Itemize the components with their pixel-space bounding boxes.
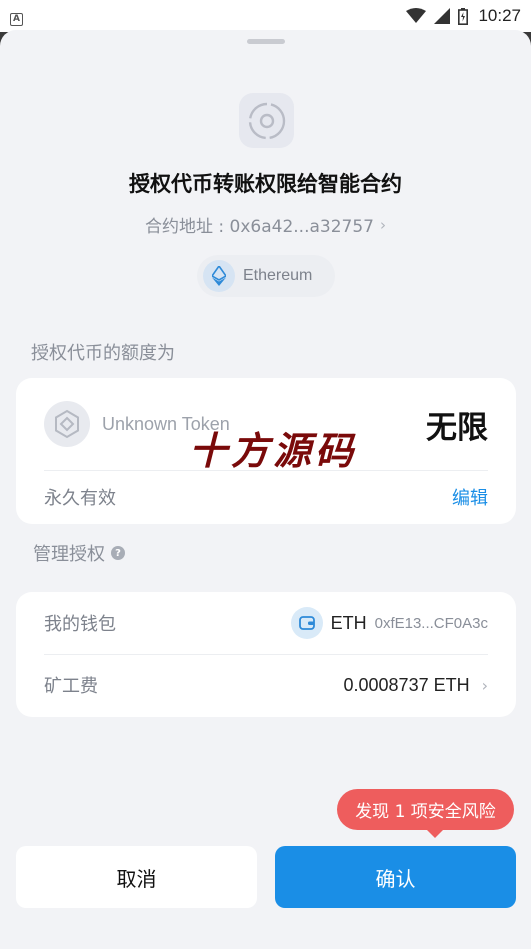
divider <box>44 654 488 655</box>
authorization-sheet: 授权代币转账权限给智能合约 合约地址 : 0x6a42...a32757 › E… <box>0 30 531 949</box>
security-risk-badge[interactable]: 发现 1 项安全风险 <box>337 789 514 830</box>
fee-value: 0.0008737 ETH <box>343 674 470 695</box>
wallet-selector[interactable]: ETH 0xfE13...CF0A3c <box>290 607 488 639</box>
contract-icon <box>239 93 294 148</box>
battery-icon <box>458 7 469 25</box>
status-bar: A 10:27 <box>0 0 531 32</box>
wallet-row: 我的钱包 ETH 0xfE13...CF0A3c <box>44 607 488 639</box>
allowance-amount: 无限 <box>426 409 488 446</box>
manage-section-label: 管理授权 <box>33 544 105 565</box>
manage-authorization-header: 管理授权 ? <box>33 540 125 566</box>
risk-bubble-tail <box>426 829 444 838</box>
wallet-symbol: ETH <box>330 612 367 633</box>
edit-allowance-button[interactable]: 编辑 <box>452 484 488 510</box>
chain-badge: Ethereum <box>197 255 335 297</box>
page-title: 授权代币转账权限给智能合约 <box>129 172 402 196</box>
ethereum-icon <box>203 260 235 292</box>
unknown-token-icon <box>44 401 90 447</box>
fee-row[interactable]: 矿工费 0.0008737 ETH › <box>44 670 488 700</box>
fee-label: 矿工费 <box>44 676 98 697</box>
status-bar-left: A <box>10 6 23 26</box>
status-time: 10:27 <box>478 6 521 25</box>
wallet-fee-card: 我的钱包 ETH 0xfE13...CF0A3c 矿工费 0.0008737 E… <box>16 592 516 717</box>
watermark-text: 十方源码 <box>189 428 358 473</box>
confirm-button[interactable]: 确认 <box>275 846 516 908</box>
sheet-drag-handle[interactable] <box>247 39 285 44</box>
chain-name: Ethereum <box>243 267 313 284</box>
contract-address: 合约地址 : 0x6a42...a32757 <box>145 217 374 237</box>
wallet-address: 0xfE13...CF0A3c <box>374 614 488 632</box>
help-icon[interactable]: ? <box>111 546 125 560</box>
validity-label: 永久有效 <box>44 488 116 509</box>
status-bar-right: 10:27 <box>406 6 521 26</box>
app-notification-icon: A <box>10 12 23 26</box>
contract-address-link[interactable]: 合约地址 : 0x6a42...a32757 › <box>0 212 531 238</box>
wifi-icon <box>406 8 427 23</box>
validity-row: 永久有效 编辑 <box>44 482 488 512</box>
wallet-icon <box>290 607 323 639</box>
chevron-right-icon: › <box>481 675 488 695</box>
cancel-button[interactable]: 取消 <box>16 846 257 908</box>
wallet-label: 我的钱包 <box>44 614 116 635</box>
allowance-section-label: 授权代币的额度为 <box>31 343 175 364</box>
chevron-right-icon: › <box>380 215 386 234</box>
signal-icon <box>434 8 451 24</box>
